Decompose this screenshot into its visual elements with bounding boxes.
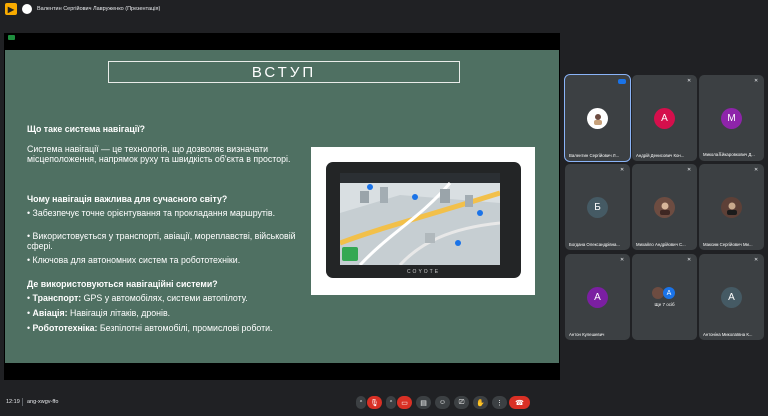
- participant-tile[interactable]: ✕ Михайло Андрійович С...: [632, 164, 697, 250]
- present-screen-button[interactable]: ⎚: [454, 396, 469, 409]
- presentation-stage[interactable]: ВСТУП Що таке система навігації? Система…: [4, 33, 560, 380]
- heading-where-used: Де використовуються навігаційні системи?: [27, 279, 218, 289]
- bullet-orientation: • Забезпечує точне орієнтування та прокл…: [27, 208, 276, 218]
- bullet-aviation-text: Навігація літаків, дронів.: [67, 308, 171, 318]
- bullet-aviation: • Авіація: Навігація літаків, дронів.: [27, 308, 171, 318]
- camera-options-chevron-icon[interactable]: ^: [386, 396, 396, 409]
- mic-toggle-button[interactable]: 🎙: [367, 396, 382, 409]
- slide-title: ВСТУП: [251, 63, 317, 81]
- participant-name: Максим Сергійович Ми...: [703, 242, 753, 247]
- gps-map-screen: [340, 173, 500, 265]
- more-participants-label: Ще 7 осіб: [654, 302, 675, 307]
- participant-name: Микола포йкаровкович Д...: [703, 152, 755, 157]
- meeting-code[interactable]: ang-xwgv-ffo: [27, 399, 58, 405]
- avatar: А: [663, 287, 675, 299]
- leave-call-button[interactable]: ☎: [509, 396, 530, 409]
- mic-off-icon: ✕: [754, 167, 759, 173]
- device-brand: COYOTE: [406, 269, 441, 275]
- heading-what-is-navigation: Що таке система навігації?: [27, 124, 146, 134]
- avatar: [654, 197, 675, 218]
- participant-tile[interactable]: ✕ А Антон Кулешевич: [565, 254, 630, 340]
- bullet-transport-term: Транспорт:: [32, 293, 82, 303]
- gps-device-image: COYOTE: [311, 147, 535, 295]
- bullet-robotics-term: Робототехніка:: [32, 323, 98, 333]
- slide: ВСТУП Що таке система навігації? Система…: [5, 50, 559, 363]
- bottom-control-bar: 12:19 ang-xwgv-ffo ^ 🎙 ^ ▭ ▤ ☺ ⎚ ✋ ⋮ ☎: [0, 392, 768, 416]
- mic-off-icon: ✕: [620, 167, 625, 173]
- avatar: [587, 108, 608, 129]
- participant-tile[interactable]: ✕ А Антоніна Миколаївна К...: [699, 254, 764, 340]
- participant-tile[interactable]: ✕ М Микола포йкаровкович Д...: [699, 75, 764, 161]
- raise-hand-button[interactable]: ✋: [473, 396, 488, 409]
- meet-logo-icon: ▶: [5, 3, 17, 15]
- mic-off-icon: ✕: [687, 167, 692, 173]
- participant-name: Антон Кулешевич: [569, 332, 605, 337]
- bullet-transport: • Транспорт: GPS у автомобілях, системи …: [27, 293, 248, 303]
- heading-why-important: Чому навігація важлива для сучасного сві…: [27, 194, 228, 204]
- divider: [22, 398, 23, 406]
- camera-toggle-button[interactable]: ▭: [397, 396, 412, 409]
- more-options-button[interactable]: ⋮: [492, 396, 507, 409]
- presenting-indicator-icon: [8, 35, 15, 40]
- mic-off-icon: ✕: [754, 257, 759, 263]
- speaking-indicator-icon: [618, 79, 626, 84]
- clock: 12:19: [6, 399, 20, 405]
- map-illustration: [340, 173, 500, 265]
- mic-off-icon: ✕: [687, 257, 692, 263]
- mic-off-icon: ✕: [620, 257, 625, 263]
- avatar: А: [654, 108, 675, 129]
- definition-text: Система навігації — це технологія, що до…: [27, 144, 291, 164]
- mic-options-chevron-icon[interactable]: ^: [356, 396, 366, 409]
- participant-tile[interactable]: ✕ Максим Сергійович Ми...: [699, 164, 764, 250]
- avatar: М: [721, 108, 742, 129]
- mic-off-icon: ✕: [687, 78, 692, 84]
- captions-button[interactable]: ▤: [416, 396, 431, 409]
- bullet-transport-text: GPS у автомобілях, системи автопілоту.: [81, 293, 248, 303]
- participant-tile[interactable]: ✕ А Андрій Денисович Кон...: [632, 75, 697, 161]
- avatar: А: [587, 287, 608, 308]
- bullet-autonomous: • Ключова для автономних систем та робот…: [27, 255, 241, 265]
- gps-device: COYOTE: [326, 162, 521, 278]
- participant-name: Андрій Денисович Кон...: [636, 153, 685, 158]
- presenter-label: Валентин Сергійович Лавруженко (Презента…: [37, 6, 161, 12]
- avatar: А: [721, 287, 742, 308]
- presenter-tag[interactable]: Валентин Сергійович Лавруженко (Презента…: [22, 3, 160, 15]
- bullet-robotics-text: Безпілотні автомобілі, промислові роботи…: [97, 323, 273, 333]
- bullet-usage: • Використовується у транспорті, авіації…: [27, 231, 296, 251]
- participant-name: Антоніна Миколаївна К...: [703, 332, 753, 337]
- slide-title-box: ВСТУП: [108, 61, 460, 83]
- avatar: Б: [587, 197, 608, 218]
- reactions-button[interactable]: ☺: [435, 396, 450, 409]
- avatar: [721, 197, 742, 218]
- top-bar: ▶ Валентин Сергійович Лавруженко (Презен…: [0, 0, 768, 18]
- mic-off-icon: ✕: [754, 78, 759, 84]
- participant-name: Богдана Олександрівна...: [569, 242, 620, 247]
- bullet-aviation-term: Авіація:: [32, 308, 68, 318]
- bullet-robotics: • Робототехніка: Безпілотні автомобілі, …: [27, 323, 273, 333]
- participant-name: Михайло Андрійович С...: [636, 242, 686, 247]
- participant-tile[interactable]: Валентин Сергійович Л...: [564, 74, 631, 162]
- participant-name: Валентин Сергійович Л...: [569, 153, 620, 158]
- participant-tile[interactable]: ✕ Б Богдана Олександрівна...: [565, 164, 630, 250]
- more-participants-tile[interactable]: ✕ А Ще 7 осіб: [632, 254, 697, 340]
- presenter-avatar: [22, 4, 32, 14]
